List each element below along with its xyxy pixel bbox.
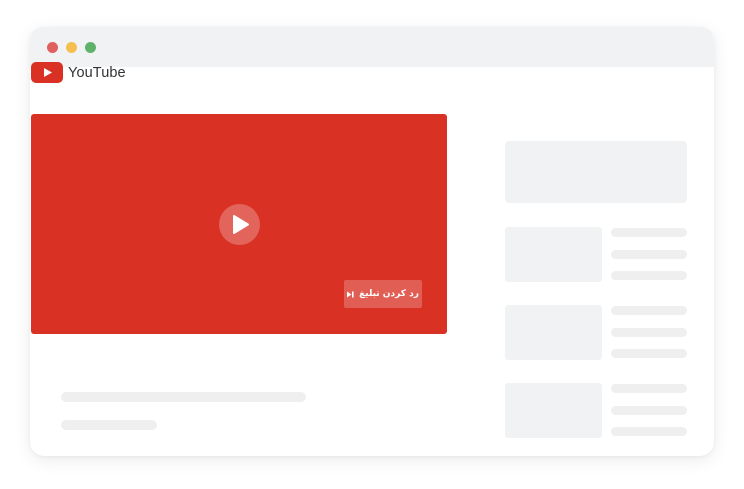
skip-ad-label: رد کردن تبلیغ [359, 289, 419, 299]
skip-ad-button[interactable]: رد کردن تبلیغ [344, 280, 422, 308]
video-player[interactable]: رد کردن تبلیغ [31, 114, 447, 334]
video-title-placeholder [61, 392, 306, 402]
thumbnail-placeholder [505, 227, 602, 282]
text-line-placeholder [611, 427, 687, 436]
maximize-window-button[interactable] [85, 42, 96, 53]
window-titlebar [30, 27, 714, 67]
thumbnail-placeholder [505, 305, 602, 360]
thumbnail-placeholder [505, 383, 602, 438]
sidebar-banner-placeholder [505, 141, 687, 203]
minimize-window-button[interactable] [66, 42, 77, 53]
text-line-placeholder [611, 328, 687, 337]
youtube-play-icon [31, 62, 63, 83]
text-line-placeholder [611, 250, 687, 259]
play-button[interactable] [219, 204, 260, 245]
logo-text: YouTube [68, 64, 126, 81]
youtube-logo[interactable]: YouTube [31, 62, 126, 83]
text-line-placeholder [611, 306, 687, 315]
text-line-placeholder [611, 228, 687, 237]
text-line-placeholder [611, 349, 687, 358]
text-line-placeholder [611, 271, 687, 280]
text-line-placeholder [611, 384, 687, 393]
skip-next-icon [347, 291, 354, 298]
text-line-placeholder [611, 406, 687, 415]
video-meta-placeholder [61, 420, 157, 430]
close-window-button[interactable] [47, 42, 58, 53]
